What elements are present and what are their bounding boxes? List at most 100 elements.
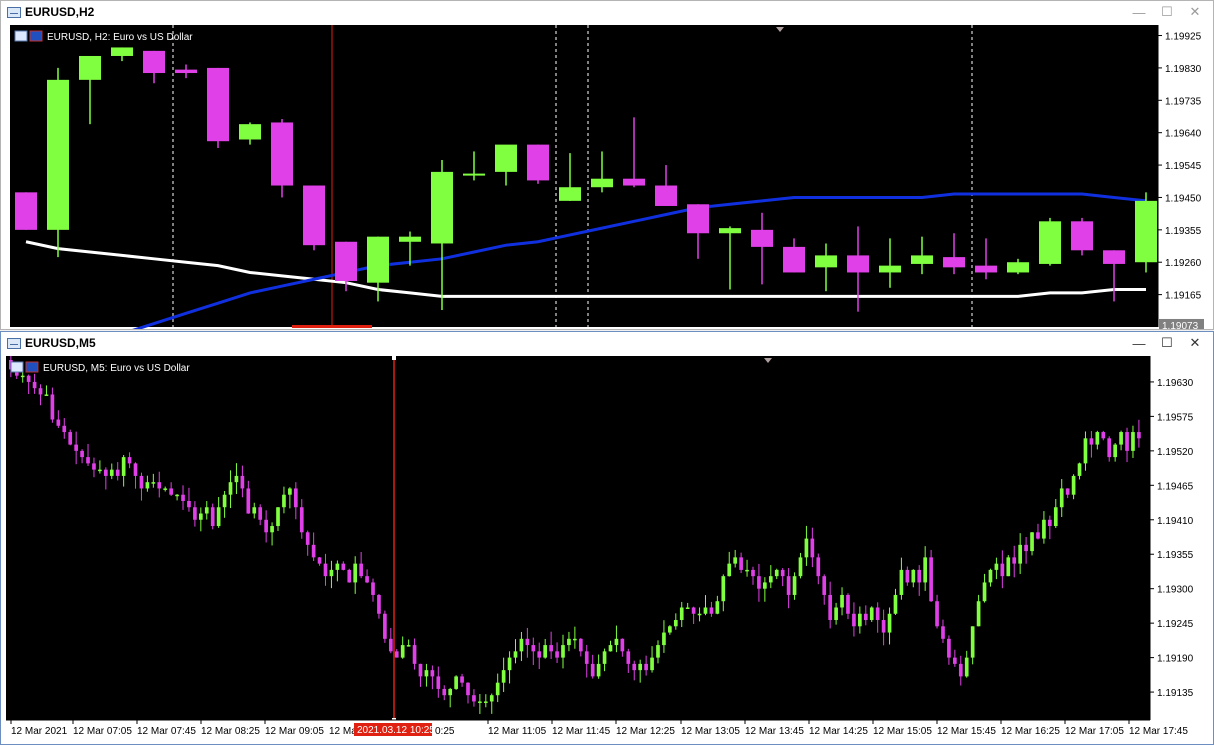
candle-body bbox=[697, 613, 702, 616]
candle-body bbox=[1024, 544, 1028, 552]
candle-body bbox=[798, 557, 803, 577]
m5-plot-background bbox=[6, 356, 1150, 720]
candle-body bbox=[98, 469, 102, 472]
candle bbox=[303, 185, 325, 251]
candle-body bbox=[1012, 557, 1017, 564]
price-tick-label: 1.19465 bbox=[1157, 481, 1194, 492]
price-tick-label: 1.19630 bbox=[1157, 378, 1194, 389]
candle-body bbox=[1053, 507, 1058, 527]
candle-body bbox=[365, 576, 369, 583]
candle-body bbox=[834, 607, 838, 621]
candle-body bbox=[303, 185, 325, 246]
candle bbox=[347, 568, 352, 583]
candle bbox=[1006, 555, 1011, 577]
candle bbox=[527, 144, 549, 184]
time-tick-label: 12 Mar 08:25 bbox=[201, 726, 260, 737]
candle-body bbox=[815, 255, 837, 268]
candle-body bbox=[418, 663, 423, 677]
candle-body bbox=[739, 557, 743, 570]
chart-window-icon bbox=[7, 337, 21, 349]
candle-body bbox=[783, 246, 805, 273]
candle-body bbox=[47, 79, 69, 230]
candle-body bbox=[709, 607, 714, 614]
candle-body bbox=[721, 576, 726, 602]
close-button[interactable]: ✕ bbox=[1181, 1, 1209, 23]
m5-chart-area[interactable]: 1.19630 1.19575 1.19520 1.19465 1.19410 1.193… bbox=[5, 356, 1209, 744]
candle-body bbox=[591, 178, 613, 188]
candle-body bbox=[68, 432, 73, 445]
candle-body bbox=[139, 475, 144, 489]
candle-body bbox=[406, 645, 411, 647]
candle-body bbox=[367, 236, 389, 283]
candle-body bbox=[691, 607, 696, 614]
candle-body bbox=[412, 645, 417, 664]
candle bbox=[1039, 217, 1061, 266]
candle-body bbox=[463, 173, 485, 176]
candle-body bbox=[1103, 250, 1125, 264]
candle-body bbox=[816, 557, 821, 577]
candle-body bbox=[400, 645, 405, 658]
candle-body bbox=[495, 144, 517, 172]
candle-body bbox=[685, 607, 690, 609]
candle-body bbox=[1030, 532, 1034, 552]
price-tick-label: 1.19165 bbox=[1165, 291, 1202, 302]
candle bbox=[869, 606, 874, 622]
candle-body bbox=[271, 122, 293, 186]
candle-body bbox=[1059, 488, 1064, 508]
candle-body bbox=[311, 544, 316, 558]
candle-body bbox=[323, 563, 328, 577]
h2-titlebar[interactable]: EURUSD,H2 — ☐ ✕ bbox=[1, 1, 1213, 23]
candle-body bbox=[80, 450, 84, 458]
candle-body bbox=[650, 657, 654, 671]
candle-body bbox=[757, 576, 761, 589]
candle-body bbox=[507, 657, 512, 671]
candle bbox=[454, 675, 458, 690]
candle-body bbox=[543, 645, 548, 658]
candle-body bbox=[745, 569, 749, 572]
candle bbox=[207, 67, 229, 149]
candle-body bbox=[964, 657, 969, 677]
candle-body bbox=[567, 638, 571, 646]
chart-table-icon-frame bbox=[14, 30, 28, 42]
candle-body bbox=[163, 488, 168, 490]
candle-body bbox=[1007, 262, 1029, 273]
candle-body bbox=[483, 701, 488, 703]
candle-body bbox=[20, 375, 25, 378]
minimize-button[interactable]: — bbox=[1125, 332, 1153, 354]
candle-body bbox=[623, 178, 645, 186]
candle-body bbox=[335, 563, 340, 570]
h2-chart-area[interactable]: 1.19925 1.19830 1.19735 1.19640 1.19545 1.194… bbox=[9, 25, 1211, 329]
candle-body bbox=[719, 228, 741, 234]
candle-body bbox=[448, 688, 453, 696]
candle-body bbox=[74, 444, 78, 451]
candle-body bbox=[92, 463, 96, 470]
maximize-button[interactable]: ☐ bbox=[1153, 1, 1181, 23]
candle-body bbox=[858, 613, 862, 627]
minimize-button[interactable]: — bbox=[1125, 1, 1153, 23]
candle-body bbox=[210, 507, 215, 527]
close-button[interactable]: ✕ bbox=[1181, 332, 1209, 354]
maximize-button[interactable]: ☐ bbox=[1153, 332, 1181, 354]
candle-body bbox=[941, 626, 945, 639]
candle-body bbox=[489, 695, 494, 702]
candle-body bbox=[549, 645, 553, 652]
candle-body bbox=[559, 187, 581, 201]
candle-body bbox=[175, 494, 179, 497]
candle-body bbox=[774, 569, 779, 577]
candle-body bbox=[879, 265, 901, 273]
candle-body bbox=[687, 204, 709, 234]
candle-body bbox=[329, 569, 334, 577]
candle-body bbox=[198, 513, 203, 520]
candle-body bbox=[958, 663, 963, 677]
candle-body bbox=[786, 576, 791, 595]
crosshair-time-marker bbox=[292, 325, 372, 328]
candle-body bbox=[32, 381, 37, 389]
candle-body bbox=[590, 663, 595, 677]
candle-body bbox=[15, 192, 37, 230]
m5-titlebar[interactable]: EURUSD,M5 — ☐ ✕ bbox=[1, 332, 1213, 354]
candle-body bbox=[246, 488, 251, 514]
candle-body bbox=[216, 507, 221, 527]
candle-body bbox=[335, 241, 357, 281]
candle-body bbox=[929, 557, 933, 602]
candle-body bbox=[1042, 519, 1046, 539]
